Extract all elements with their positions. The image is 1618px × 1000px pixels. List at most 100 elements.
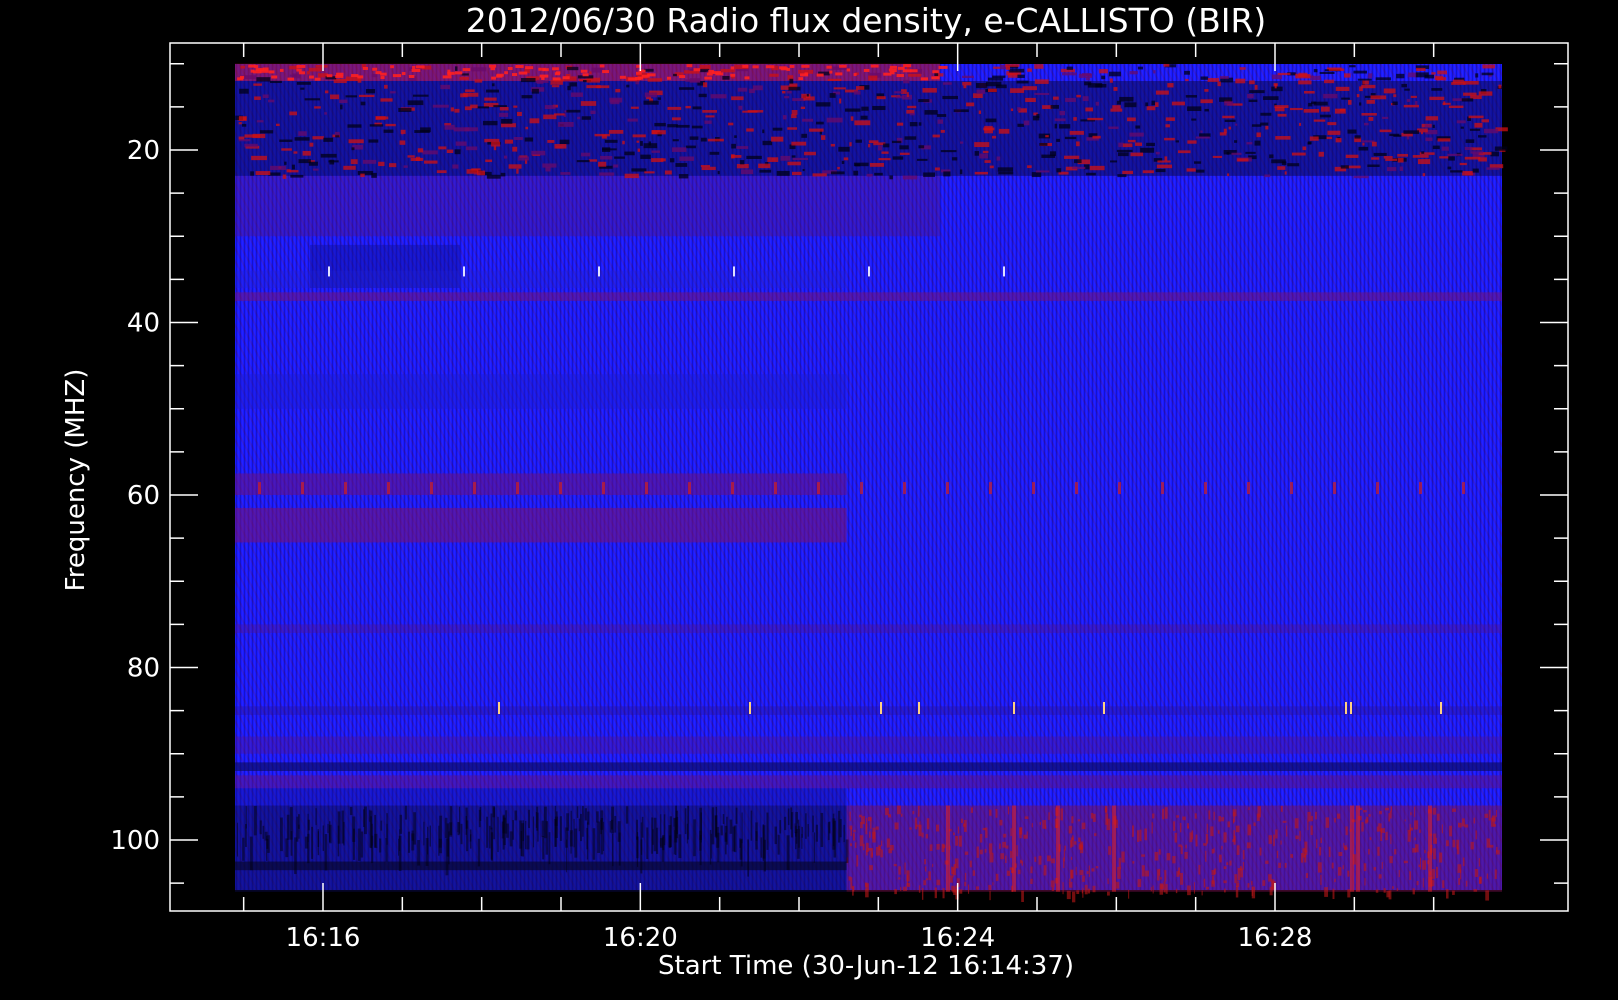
noise-speck xyxy=(1414,806,1416,817)
noise-speck xyxy=(1187,140,1197,144)
noise-speck xyxy=(1406,98,1411,102)
noise-speck xyxy=(678,174,689,179)
noise-speck xyxy=(669,158,675,163)
noise-speck xyxy=(330,94,340,100)
noise-speck xyxy=(1050,104,1059,109)
noise-speck xyxy=(1117,174,1127,178)
noise-speck xyxy=(531,150,546,156)
noise-speck xyxy=(1271,86,1283,92)
noise-speck xyxy=(675,163,688,167)
noise-speck xyxy=(1358,146,1369,151)
noise-speck xyxy=(589,71,592,75)
noise-speck xyxy=(1199,133,1211,137)
noise-speck xyxy=(541,76,545,80)
noise-speck xyxy=(839,819,842,838)
noise-speck xyxy=(566,66,579,71)
noise-speck xyxy=(1034,92,1050,95)
noise-speck xyxy=(1334,817,1336,823)
noise-speck xyxy=(588,159,598,162)
noise-speck xyxy=(1310,75,1321,81)
noise-speck xyxy=(1017,74,1025,78)
noise-speck xyxy=(1320,837,1322,844)
noise-speck xyxy=(1200,99,1213,104)
noise-speck xyxy=(554,72,560,76)
noise-speck xyxy=(238,116,247,121)
noise-speck xyxy=(600,819,603,835)
noise-speck xyxy=(1117,866,1121,879)
noise-speck xyxy=(1139,829,1142,842)
noise-speck xyxy=(267,835,270,853)
noise-speck xyxy=(784,96,790,99)
noise-speck xyxy=(1271,159,1286,164)
noise-speck xyxy=(1005,855,1007,863)
noise-speck xyxy=(788,86,801,91)
noise-speck xyxy=(490,832,494,861)
noise-speck xyxy=(1347,870,1350,877)
noise-speck xyxy=(868,140,879,144)
noise-speck xyxy=(999,843,1001,849)
noise-speck xyxy=(679,156,695,161)
noise-speck xyxy=(752,85,763,91)
noise-speck xyxy=(795,811,799,824)
noise-speck xyxy=(508,164,522,169)
noise-speck xyxy=(1176,871,1180,877)
noise-speck xyxy=(880,849,883,858)
noise-speck xyxy=(296,81,311,85)
noise-speck xyxy=(521,95,533,99)
noise-speck xyxy=(651,130,666,135)
noise-speck xyxy=(1264,174,1271,178)
noise-speck xyxy=(383,129,394,133)
noise-speck xyxy=(918,99,930,103)
noise-speck xyxy=(1144,828,1148,841)
interference-mark xyxy=(516,482,519,495)
noise-speck xyxy=(1248,807,1250,811)
noise-speck xyxy=(1089,165,1105,171)
noise-speck xyxy=(460,93,468,98)
noise-speck xyxy=(248,64,256,68)
noise-speck xyxy=(640,154,651,159)
noise-speck xyxy=(1434,75,1444,81)
noise-speck xyxy=(1165,124,1170,128)
noise-speck xyxy=(438,146,447,150)
noise-speck xyxy=(1452,839,1456,848)
noise-speck xyxy=(763,839,766,872)
noise-speck xyxy=(1204,108,1209,112)
noise-speck xyxy=(250,171,254,176)
noise-speck xyxy=(369,124,384,127)
noise-speck xyxy=(1072,166,1086,170)
noise-speck xyxy=(871,852,873,856)
noise-speck xyxy=(1419,857,1422,870)
noise-speck xyxy=(667,106,682,110)
noise-speck xyxy=(1092,813,1096,822)
noise-speck xyxy=(1435,837,1437,844)
noise-speck xyxy=(1210,826,1214,837)
noise-speck xyxy=(512,146,518,152)
noise-speck xyxy=(1373,867,1377,871)
noise-speck xyxy=(974,142,990,148)
noise-speck xyxy=(407,155,415,158)
noise-speck xyxy=(801,133,808,138)
noise-speck xyxy=(1064,136,1077,140)
noise-speck xyxy=(1235,123,1238,126)
noise-speck xyxy=(333,78,347,84)
noise-speck xyxy=(504,71,508,75)
noise-speck xyxy=(678,75,686,79)
noise-speck xyxy=(792,157,808,161)
noise-speck xyxy=(806,93,809,97)
noise-speck xyxy=(1034,79,1049,84)
noise-speck xyxy=(1435,866,1439,879)
noise-speck xyxy=(489,825,491,849)
noise-speck xyxy=(1458,878,1461,885)
noise-speck xyxy=(1130,152,1144,157)
noise-speck xyxy=(1249,80,1255,85)
noise-speck xyxy=(1132,861,1135,864)
noise-speck xyxy=(765,65,775,69)
interference-mark xyxy=(328,266,330,277)
noise-speck xyxy=(1363,863,1367,872)
noise-speck xyxy=(242,837,245,861)
noise-speck xyxy=(1094,833,1097,837)
noise-speck xyxy=(314,77,321,81)
noise-speck xyxy=(988,884,992,891)
noise-speck xyxy=(525,126,529,130)
noise-speck xyxy=(1424,124,1431,128)
